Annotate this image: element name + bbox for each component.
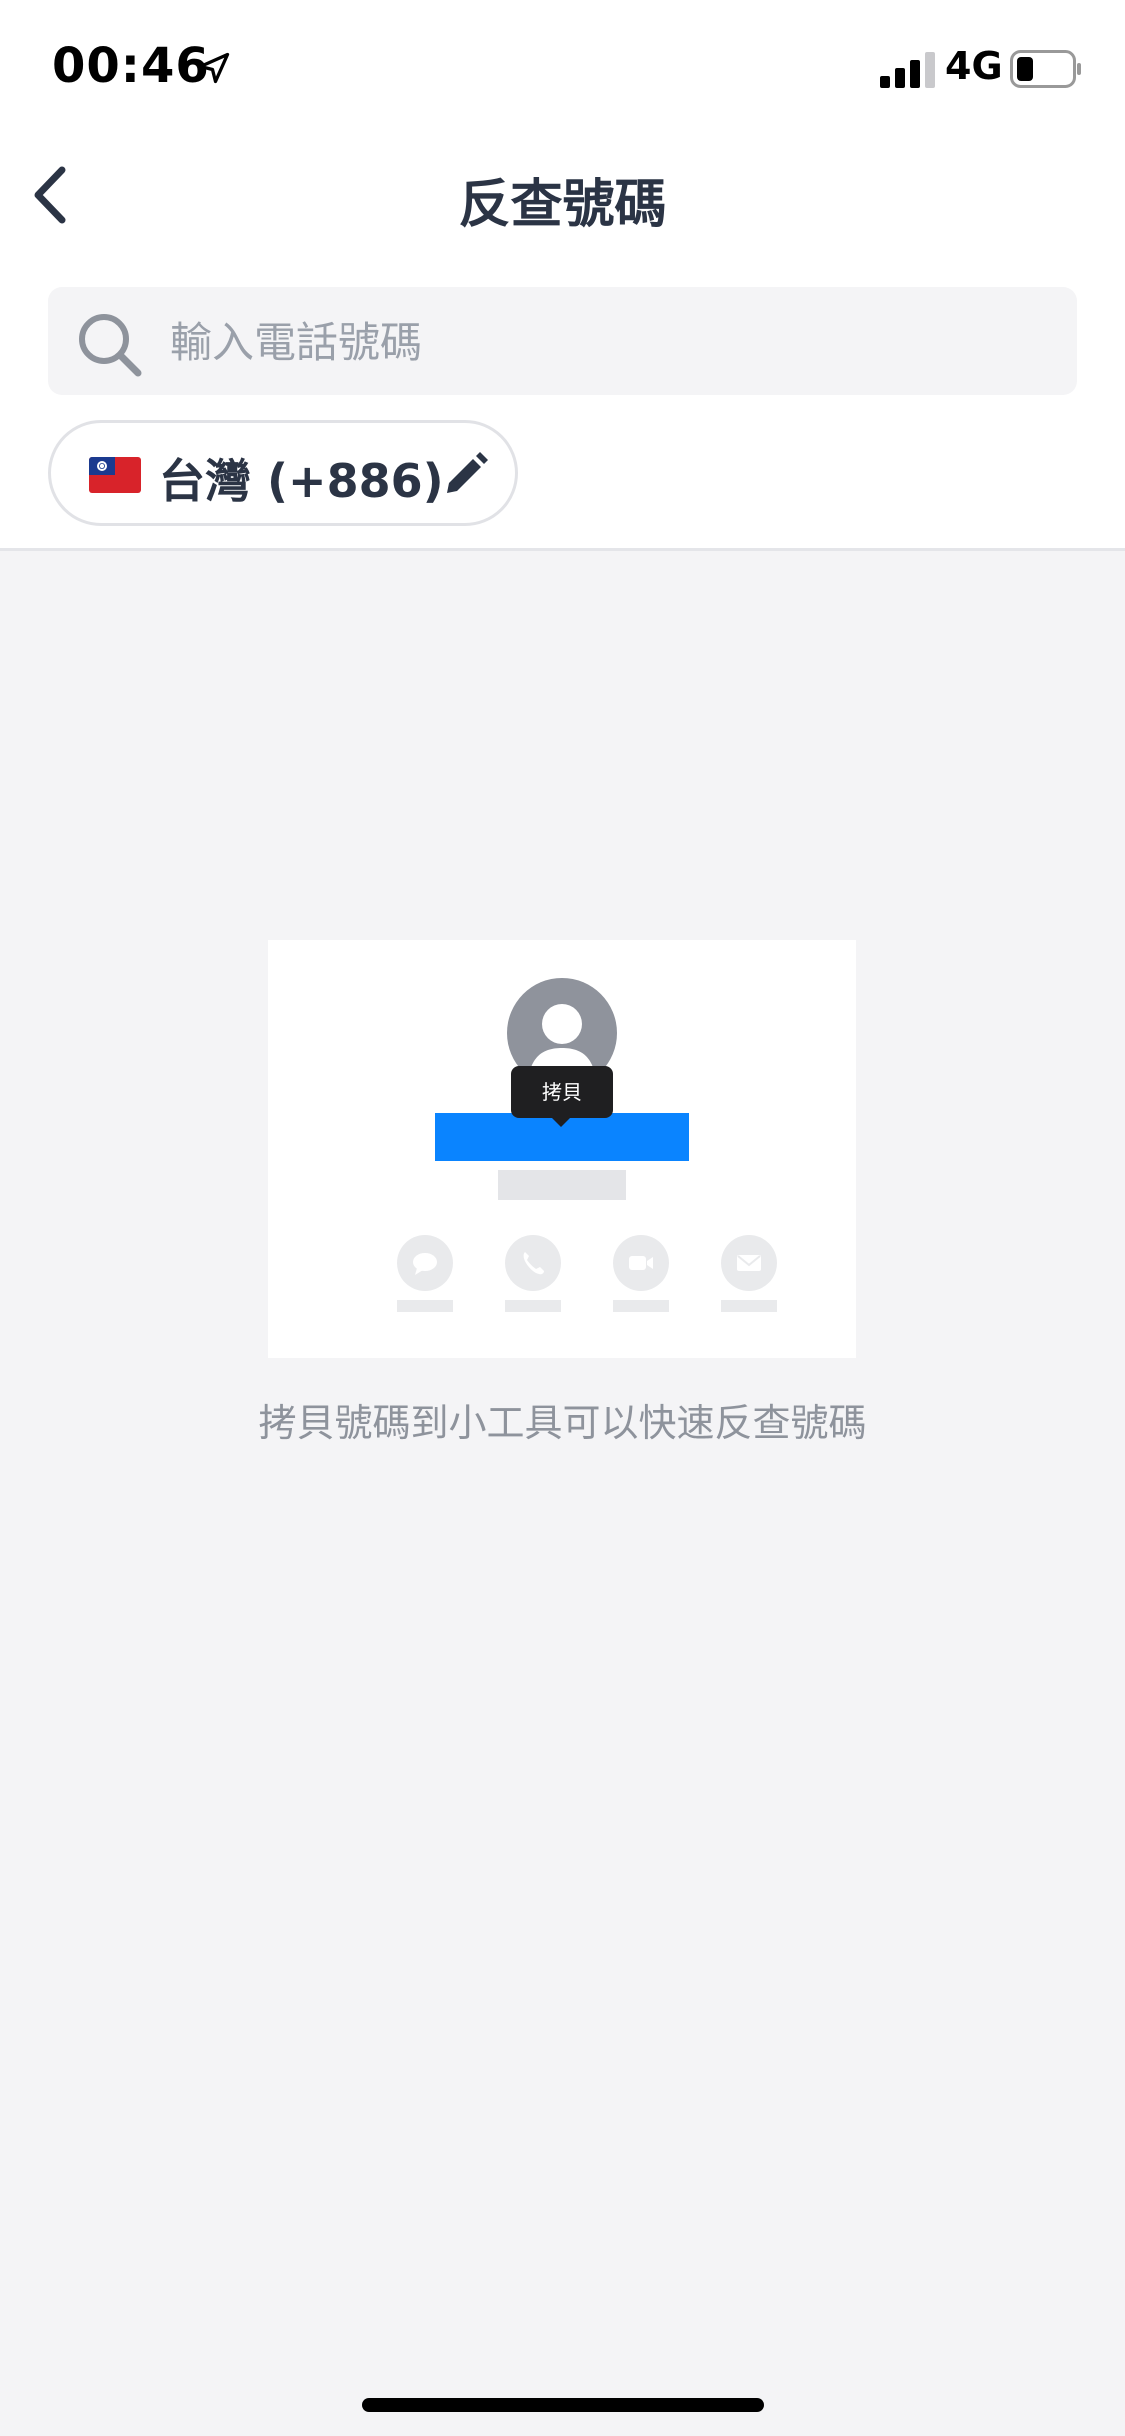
action-label-placeholder	[397, 1300, 453, 1312]
message-bubble-icon	[413, 1253, 437, 1275]
illustration-card: 拷貝	[268, 940, 856, 1358]
page-title: 反查號碼	[458, 175, 667, 235]
battery-icon	[1010, 50, 1081, 88]
mail-envelope-icon	[737, 1255, 761, 1271]
message-action	[397, 1235, 453, 1291]
search-bar[interactable]	[48, 287, 1077, 395]
copy-tooltip-tail	[550, 1116, 572, 1127]
video-camera-icon	[629, 1256, 653, 1270]
header-panel: 00:46 4G 反查號碼 台灣 (+886)	[0, 0, 1125, 551]
search-icon	[79, 314, 142, 377]
home-indicator[interactable]	[362, 2398, 764, 2412]
action-label-placeholder	[505, 1300, 561, 1312]
status-time: 00:46	[52, 38, 210, 94]
signal-icon	[880, 52, 935, 88]
phone-icon	[523, 1252, 544, 1275]
country-label: 台灣 (+886)	[159, 454, 444, 508]
search-input[interactable]	[168, 305, 1052, 379]
location-arrow-icon	[198, 52, 230, 84]
pencil-edit-icon[interactable]	[439, 449, 491, 501]
mail-action	[721, 1235, 777, 1291]
call-action	[505, 1235, 561, 1291]
copy-tooltip: 拷貝	[511, 1066, 613, 1118]
taiwan-flag-icon	[89, 457, 141, 493]
country-selector[interactable]: 台灣 (+886)	[48, 420, 518, 526]
video-action	[613, 1235, 669, 1291]
action-label-placeholder	[613, 1300, 669, 1312]
placeholder-text-bar	[498, 1170, 626, 1200]
action-label-placeholder	[721, 1300, 777, 1312]
network-type: 4G	[945, 44, 1003, 88]
hint-text: 拷貝號碼到小工具可以快速反查號碼	[258, 1401, 867, 1445]
